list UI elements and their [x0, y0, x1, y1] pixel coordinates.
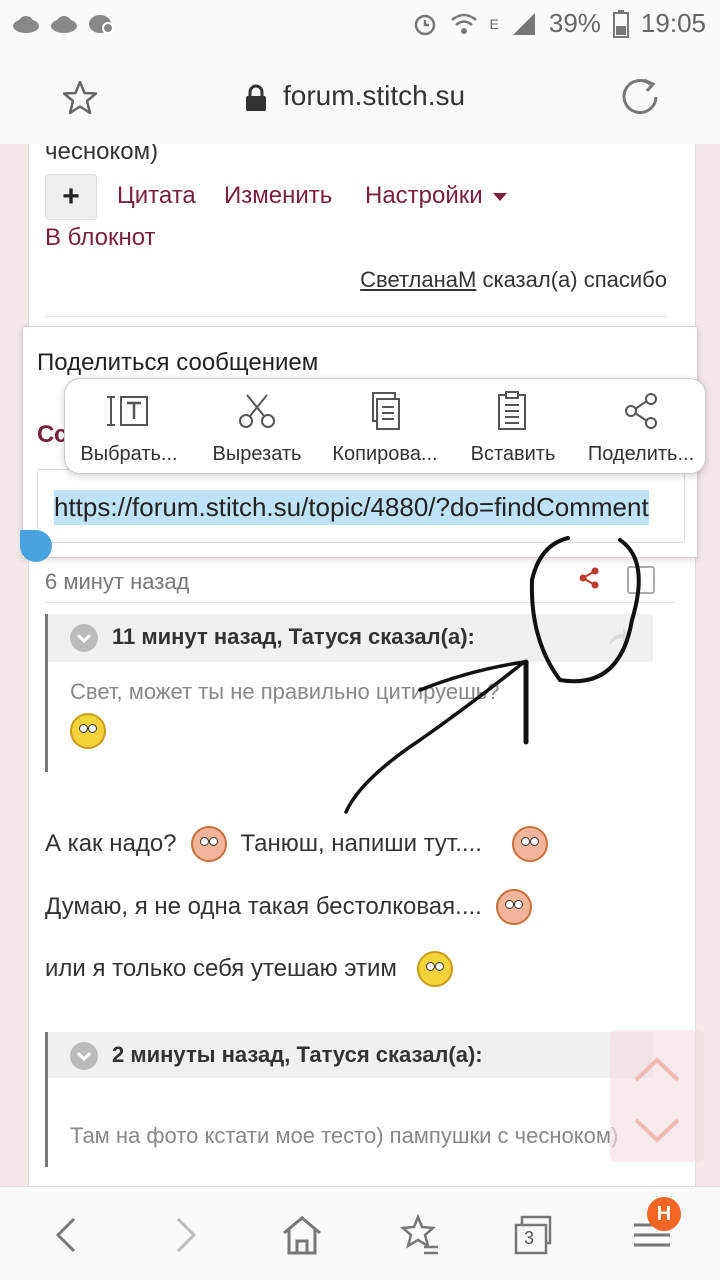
share-url-field[interactable]: https://forum.stitch.su/topic/4880/?do=f… — [37, 469, 685, 543]
post-time: 6 минут назад — [45, 569, 190, 594]
scroll-controls — [610, 1030, 704, 1162]
post-text-fragment: чесноком) — [45, 144, 159, 165]
message-text: Думаю, я не одна такая бестолковая.... — [45, 893, 482, 920]
url-domain[interactable]: forum.stitch.su — [283, 80, 465, 112]
smiley-icon — [511, 826, 548, 862]
message-line: Думаю, я не одна такая бестолковая.... — [45, 889, 546, 925]
thanks-text: сказал(а) спасибо — [476, 267, 667, 292]
message-line: А как надо? Танюш, напиши тут.... — [45, 826, 562, 862]
notification-badge: H — [647, 1197, 681, 1231]
text-selection-toolbar: Выбрать... Вырезать Копирова... Вставить… — [64, 378, 706, 474]
tabs-count: 3 — [524, 1228, 535, 1248]
cut-label: Вырезать — [212, 443, 302, 465]
plus-button[interactable]: + — [45, 174, 97, 220]
browser-bottom-nav: 3 — [0, 1186, 720, 1280]
scissors-icon — [239, 394, 275, 428]
browser-url-bar: forum.stitch.su — [0, 52, 720, 144]
share-button[interactable]: Поделить... — [577, 379, 705, 473]
message-line: или я только себя утешаю этим — [45, 951, 467, 987]
notebook-link[interactable]: В блокнот — [45, 224, 156, 252]
back-icon[interactable] — [46, 1213, 90, 1257]
select-all-button[interactable]: Выбрать... — [65, 379, 193, 473]
status-icons: E 39% 19:05 — [412, 8, 706, 39]
forward-icon[interactable] — [162, 1213, 206, 1257]
forward-icon[interactable] — [607, 626, 633, 648]
quote-title: 2 минуты назад, Татуся сказал(а): — [112, 1042, 483, 1067]
divider — [45, 602, 675, 603]
cut-button[interactable]: Вырезать — [193, 379, 321, 473]
thanks-line: СветланаМ сказал(а) спасибо — [360, 267, 667, 293]
chevron-down-icon[interactable] — [632, 1116, 682, 1146]
select-text-icon — [107, 396, 148, 426]
chevron-down-icon[interactable] — [70, 624, 98, 652]
bookmark-star-icon[interactable] — [60, 78, 100, 118]
page-content: чесноком) + Цитата Изменить Настройки В … — [0, 144, 720, 1186]
network-type-label: E — [489, 15, 499, 32]
copy-button[interactable]: Копирова... — [321, 379, 449, 473]
paste-icon — [498, 391, 526, 430]
tabs-button[interactable]: 3 — [512, 1213, 556, 1257]
clock: 19:05 — [640, 8, 706, 38]
edit-link[interactable]: Изменить — [224, 182, 332, 210]
caret-down-icon — [492, 192, 507, 201]
quote-block: 2 минуты назад, Татуся сказал(а): Там на… — [45, 1032, 653, 1167]
smiley-icon — [190, 826, 227, 862]
share-icon[interactable] — [577, 566, 601, 590]
hat-icon — [13, 16, 39, 33]
chevron-up-icon[interactable] — [632, 1054, 682, 1084]
hat-icon — [51, 16, 77, 33]
quote-header: 11 минут назад, Татуся сказал(а): — [48, 614, 653, 662]
lock-icon — [246, 84, 266, 111]
smiley-icon — [70, 712, 106, 749]
smiley-icon — [416, 951, 453, 987]
share-dialog-title: Поделиться сообщением — [37, 349, 319, 376]
quote-block: 11 минут назад, Татуся сказал(а): Свет, … — [45, 614, 653, 773]
quote-body: Свет, может ты не правильно цитируешь? — [48, 662, 653, 772]
smiley-icon — [495, 889, 532, 925]
quote-header: 2 минуты назад, Татуся сказал(а): — [48, 1032, 653, 1078]
share-icon — [625, 393, 657, 429]
paste-label: Вставить — [470, 443, 556, 465]
quote-title: 11 минут назад, Татуся сказал(а): — [112, 624, 475, 649]
signal-icon — [512, 12, 535, 35]
alarm-icon — [414, 14, 435, 35]
settings-link[interactable]: Настройки — [365, 182, 507, 210]
message-text: Танюш, напиши тут.... — [240, 830, 482, 857]
home-icon[interactable] — [280, 1213, 324, 1257]
message-text: А как надо? — [45, 830, 177, 857]
post-card: чесноком) + Цитата Изменить Настройки В … — [28, 144, 696, 1186]
copy-icon — [372, 392, 400, 430]
quote-text: Там на фото кстати мое тесто) пампушки с… — [70, 1123, 619, 1148]
wifi-icon — [450, 13, 477, 34]
settings-link-label: Настройки — [365, 182, 483, 209]
quote-link[interactable]: Цитата — [117, 182, 196, 210]
chevron-down-icon[interactable] — [70, 1042, 98, 1070]
battery-icon — [612, 9, 629, 38]
battery-percent: 39% — [548, 8, 601, 38]
thanks-user-link[interactable]: СветланаМ — [360, 267, 476, 292]
bookmarks-icon[interactable] — [398, 1213, 442, 1257]
share-dialog-subtitle: Сс — [37, 421, 68, 448]
paste-button[interactable]: Вставить — [449, 379, 577, 473]
text-selection-handle[interactable] — [20, 530, 52, 562]
copy-label: Копирова... — [332, 443, 438, 465]
hat-settings-icon — [89, 15, 114, 34]
reload-icon[interactable] — [620, 76, 662, 118]
quote-text: Свет, может ты не правильно цитируешь? — [70, 679, 500, 704]
share-label: Поделить... — [587, 443, 695, 465]
status-bar: E 39% 19:05 — [0, 0, 720, 52]
notification-icons — [12, 10, 116, 36]
select-checkbox[interactable] — [627, 566, 655, 594]
divider — [45, 316, 667, 317]
quote-body: Там на фото кстати мое тесто) пампушки с… — [48, 1078, 653, 1167]
select-all-label: Выбрать... — [80, 443, 178, 465]
selected-url-text[interactable]: https://forum.stitch.su/topic/4880/?do=f… — [54, 490, 649, 525]
message-text: или я только себя утешаю этим — [45, 955, 397, 982]
